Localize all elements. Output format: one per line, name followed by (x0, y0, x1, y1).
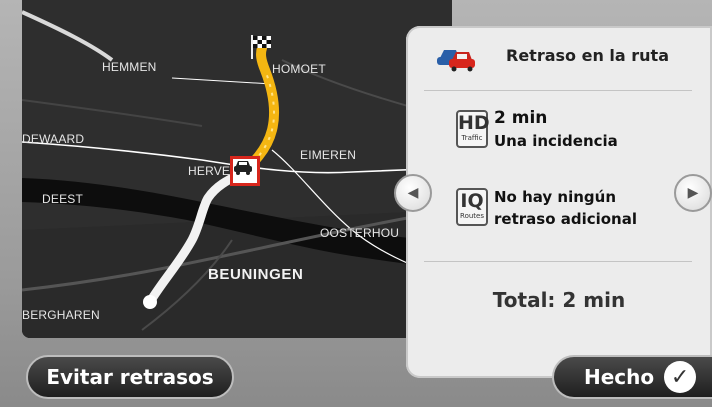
place-label: DEWAARD (22, 132, 85, 146)
avoid-delays-button[interactable]: Evitar retrasos (26, 355, 234, 399)
place-label: HOMOET (272, 62, 326, 76)
place-label: BERGHAREN (22, 308, 100, 322)
hd-badge-text: HD (458, 112, 490, 134)
avoid-delays-label: Evitar retrasos (46, 365, 214, 389)
divider (424, 261, 692, 262)
traffic-incident-icon[interactable] (230, 156, 260, 186)
place-label: BEUNINGEN (208, 266, 304, 283)
iq-line-2: retraso adicional (494, 210, 637, 228)
place-label: HEMMEN (102, 60, 157, 74)
next-button[interactable]: ▶ (674, 174, 712, 212)
total-delay: Total: 2 min (492, 288, 626, 312)
previous-button[interactable]: ◀ (394, 174, 432, 212)
chevron-right-icon: ▶ (687, 185, 699, 201)
done-button[interactable]: Hecho ✓ (552, 355, 712, 399)
checkered-flag-icon (251, 35, 271, 59)
hd-traffic-badge: HD Traffic (456, 110, 490, 148)
iq-badge-subtext: Routes (460, 212, 484, 220)
car-icon (234, 161, 252, 175)
chevron-left-icon: ◀ (407, 185, 419, 201)
divider (424, 90, 692, 91)
place-label: EIMEREN (300, 148, 357, 162)
iq-line-1: No hay ningún (494, 188, 617, 206)
place-label: OOSTERHOU (320, 226, 400, 240)
place-label: DEEST (42, 192, 84, 206)
place-label: HERVE (188, 164, 231, 178)
done-label: Hecho (584, 365, 655, 389)
checkmark-icon: ✓ (664, 361, 697, 393)
route-delay-panel: Retraso en la ruta HD Traffic 2 min Una … (406, 26, 712, 378)
route-map[interactable]: HEMMEN HOMOET DEWAARD HERVE EIMEREN DEES… (22, 0, 452, 338)
car-traffic-icon (437, 50, 475, 72)
hd-delay-time: 2 min (494, 108, 548, 128)
panel-title: Retraso en la ruta (506, 46, 669, 65)
iq-badge-text: IQ (460, 190, 484, 212)
hd-badge-subtext: Traffic (461, 134, 483, 142)
hd-incident-count: Una incidencia (494, 132, 618, 150)
iq-routes-badge: IQ Routes (456, 188, 488, 226)
